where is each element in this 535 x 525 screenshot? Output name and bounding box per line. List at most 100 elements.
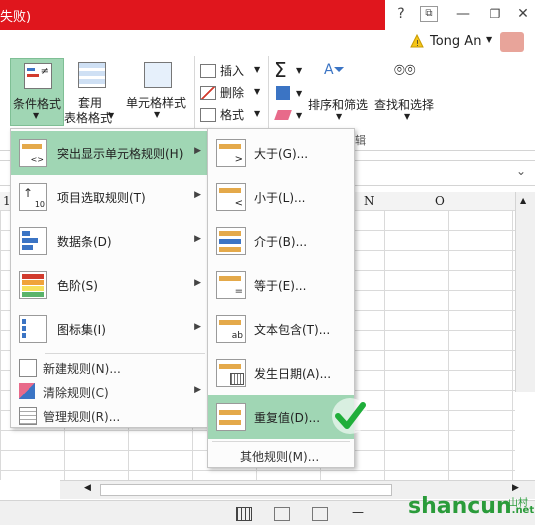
- restore-icon[interactable]: ❐: [484, 4, 506, 24]
- menu-item-equal-to[interactable]: = 等于(E)...: [208, 263, 354, 307]
- chevron-down-icon: ▼: [336, 112, 343, 121]
- menu-item-label: 项目选取规则(T): [57, 191, 146, 205]
- submenu-arrow-icon: ▶: [194, 234, 201, 244]
- menu-separator: [212, 441, 350, 442]
- cell-styles-button[interactable]: 单元格样式 ▼: [124, 58, 190, 124]
- cell-styles-label: 单元格样式: [126, 96, 187, 110]
- fill-icon[interactable]: [276, 86, 290, 100]
- chevron-down-icon: ▼: [254, 109, 261, 118]
- menu-item-highlight-rules[interactable]: <> 突出显示单元格规则(H) ▶: [11, 131, 209, 175]
- conditional-format-icon: ≠: [24, 63, 52, 89]
- menu-item-label: 图标集(I): [57, 323, 106, 337]
- ribbon-display-button[interactable]: ⧉: [420, 6, 438, 22]
- chevron-down-icon: ▼: [296, 111, 303, 120]
- highlight-rules-icon: <>: [19, 139, 47, 167]
- expand-formula-icon[interactable]: ⌄: [516, 164, 526, 178]
- menu-item-color-scales[interactable]: 色阶(S) ▶: [11, 263, 209, 307]
- menu-item-label: 重复值(D)...: [254, 411, 321, 425]
- menu-item-label: 发生日期(A)...: [254, 367, 332, 381]
- chevron-down-icon: ▼: [154, 110, 161, 119]
- sort-filter-button[interactable]: A⏷ 排序和筛选 ▼: [308, 58, 372, 130]
- normal-view-icon[interactable]: [236, 507, 252, 521]
- sort-filter-icon: A⏷: [324, 62, 345, 78]
- table-format-icon: [78, 62, 106, 88]
- chevron-down-icon: ▼: [33, 111, 40, 120]
- user-name[interactable]: Tong An: [430, 34, 481, 49]
- help-button[interactable]: ?: [390, 4, 412, 24]
- user-dropdown-icon[interactable]: ▼: [486, 35, 492, 44]
- autosum-icon[interactable]: Σ: [274, 58, 287, 82]
- watermark-text: shancun: [408, 494, 512, 519]
- delete-label: 删除: [220, 86, 245, 100]
- menu-item-date-occurring[interactable]: 发生日期(A)...: [208, 351, 354, 395]
- find-select-button[interactable]: ⌾⌾ 查找和选择 ▼: [374, 58, 440, 130]
- eraser-icon[interactable]: [274, 110, 292, 120]
- menu-item-label: 文本包含(T)...: [254, 323, 331, 337]
- equal-to-icon: =: [216, 271, 246, 299]
- sort-filter-label: 排序和筛选: [308, 98, 369, 112]
- close-icon[interactable]: ✕: [512, 4, 534, 24]
- menu-item-label: 清除规则(C): [43, 386, 109, 400]
- binoculars-icon: ⌾⌾: [394, 60, 416, 81]
- page-break-icon[interactable]: [312, 507, 328, 521]
- menu-item-new-rule[interactable]: 新建规则(N)...: [11, 355, 209, 379]
- menu-item-greater-than[interactable]: > 大于(G)...: [208, 131, 354, 175]
- menu-item-more-rules[interactable]: 其他规则(M)...: [208, 443, 354, 467]
- scroll-left-icon[interactable]: ◀: [84, 483, 91, 493]
- share-icon[interactable]: [500, 32, 524, 52]
- submenu-arrow-icon: ▶: [194, 278, 201, 288]
- menu-item-label: 大于(G)...: [254, 147, 309, 161]
- title-bar: 失败) ? ⧉ — ❐ ✕: [0, 0, 535, 30]
- vertical-scrollbar[interactable]: ▲: [515, 192, 535, 392]
- menu-item-clear-rules[interactable]: 清除规则(C) ▶: [11, 379, 209, 403]
- column-header-n[interactable]: N: [364, 194, 375, 208]
- top-bottom-rules-icon: ↑ 10: [19, 183, 47, 211]
- menu-item-label: 其他规则(M)...: [240, 450, 320, 464]
- delete-icon: [200, 86, 216, 100]
- menu-item-top-bottom[interactable]: ↑ 10 项目选取规则(T) ▶: [11, 175, 209, 219]
- cell-styles-icon: [144, 62, 172, 88]
- conditional-format-menu: <> 突出显示单元格规则(H) ▶ ↑ 10 项目选取规则(T) ▶ 数据条(D…: [10, 128, 210, 428]
- delete-button[interactable]: 删除 ▼: [200, 84, 264, 102]
- menu-item-between[interactable]: 介于(B)...: [208, 219, 354, 263]
- submenu-arrow-icon: ▶: [194, 190, 201, 200]
- manage-rules-icon: [19, 407, 37, 425]
- color-scales-icon: [19, 271, 47, 299]
- clear-rules-icon: [19, 383, 35, 399]
- greater-than-icon: >: [216, 139, 246, 167]
- menu-item-less-than[interactable]: < 小于(L)...: [208, 175, 354, 219]
- between-icon: [216, 227, 246, 255]
- column-header-o[interactable]: O: [435, 194, 445, 208]
- menu-item-text-contains[interactable]: ab 文本包含(T)...: [208, 307, 354, 351]
- format-label: 格式: [220, 108, 245, 122]
- format-icon: [200, 108, 216, 122]
- less-than-icon: <: [216, 183, 246, 211]
- watermark-cn: 山村: [508, 498, 528, 509]
- menu-item-label: 突出显示单元格规则(H): [57, 147, 184, 161]
- insert-button[interactable]: 插入 ▼: [200, 62, 264, 80]
- insert-label: 插入: [220, 64, 245, 78]
- scroll-right-icon[interactable]: ▶: [512, 483, 519, 493]
- chevron-down-icon: ▼: [254, 87, 261, 96]
- find-select-label: 查找和选择: [374, 98, 435, 112]
- menu-item-label: 管理规则(R)...: [43, 410, 121, 424]
- zoom-out-icon[interactable]: —: [352, 505, 364, 519]
- text-contains-icon: ab: [216, 315, 246, 343]
- minimize-button[interactable]: —: [452, 4, 474, 24]
- conditional-format-button[interactable]: ≠ 条件格式 ▼: [10, 58, 64, 126]
- icon-sets-icon: [19, 315, 47, 343]
- menu-item-data-bars[interactable]: 数据条(D) ▶: [11, 219, 209, 263]
- data-bars-icon: [19, 227, 47, 255]
- calendar-icon: [216, 359, 246, 387]
- window-title: 失败): [0, 10, 32, 25]
- chevron-down-icon: ▼: [108, 111, 115, 120]
- menu-item-manage-rules[interactable]: 管理规则(R)...: [11, 403, 209, 427]
- page-layout-icon[interactable]: [274, 507, 290, 521]
- submenu-arrow-icon: ▶: [194, 385, 201, 395]
- scroll-thumb[interactable]: [100, 484, 392, 496]
- menu-item-label: 新建规则(N)...: [43, 362, 121, 376]
- format-button[interactable]: 格式 ▼: [200, 106, 264, 124]
- menu-item-icon-sets[interactable]: 图标集(I) ▶: [11, 307, 209, 351]
- scroll-up-icon[interactable]: ▲: [520, 196, 526, 205]
- submenu-arrow-icon: ▶: [194, 146, 201, 156]
